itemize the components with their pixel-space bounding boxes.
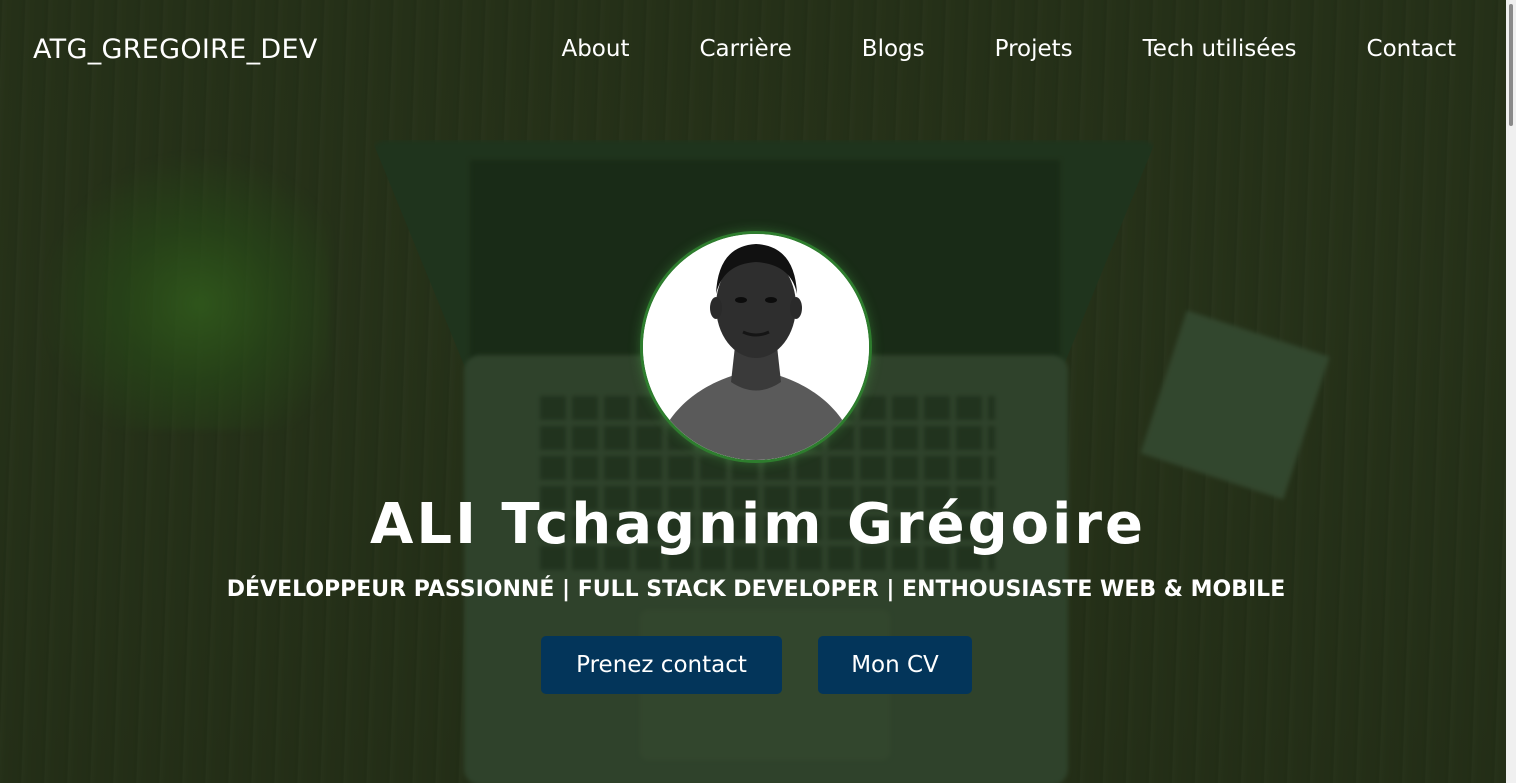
contact-button[interactable]: Prenez contact [541,636,782,694]
hero-tagline: DÉVELOPPEUR PASSIONNÉ | FULL STACK DEVEL… [226,577,1286,602]
scrollbar-thumb[interactable] [1509,4,1513,126]
profile-photo [643,234,869,460]
hero-name: ALI Tchagnim Grégoire [370,492,1146,557]
hero-content: ALI Tchagnim Grégoire DÉVELOPPEUR PASSIO… [0,0,1506,783]
profile-avatar [643,234,869,460]
cv-button[interactable]: Mon CV [818,636,972,694]
page-scrollbar[interactable] [1506,0,1516,783]
